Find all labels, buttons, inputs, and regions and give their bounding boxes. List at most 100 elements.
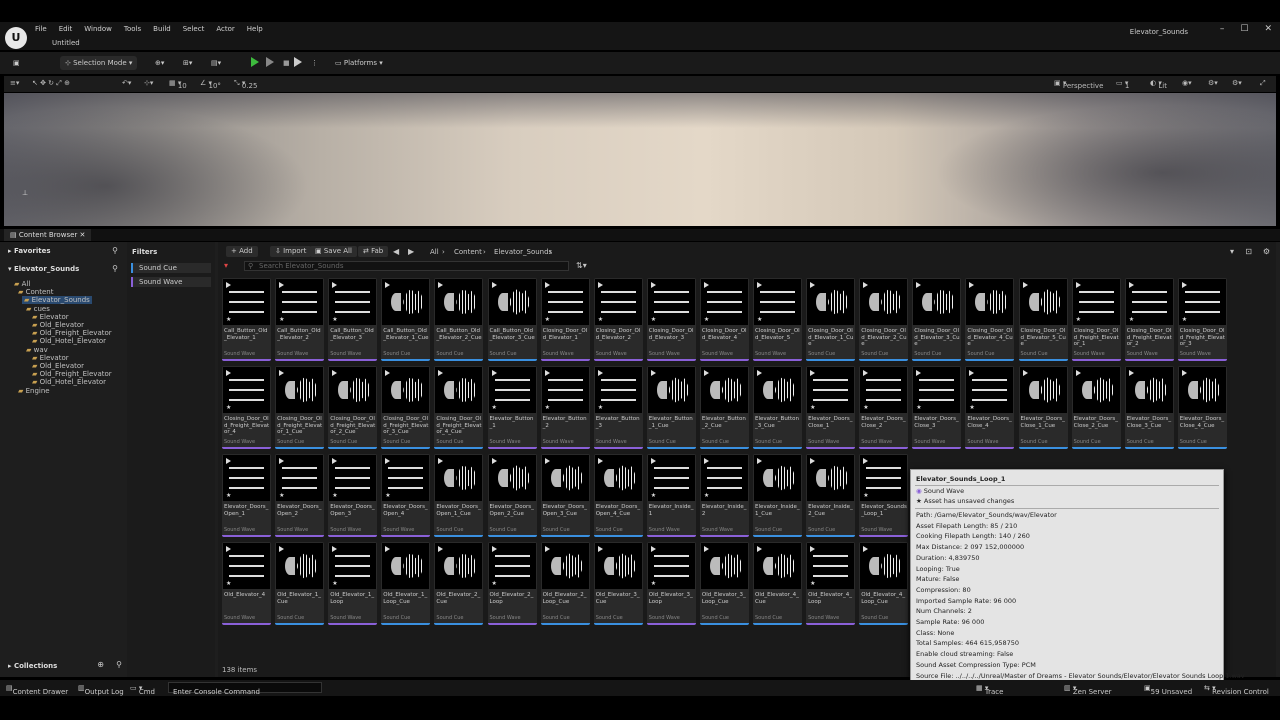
play-icon[interactable] [810, 546, 816, 552]
play-icon[interactable] [226, 458, 231, 464]
play-icon[interactable] [969, 282, 975, 288]
asset-tile[interactable]: ★ Call_Button_Old_Elevator_1 Sound Wave [222, 278, 271, 361]
asset-tile[interactable]: ★ Elevator_Sounds_Loop_1 Sound Wave [859, 454, 909, 537]
asset-tile[interactable]: Old_Elevator_2_Loop_Cue Sound Cue [540, 542, 590, 625]
tree-folder-1[interactable]: ▰ Content [18, 288, 53, 296]
grid-snap-value[interactable]: ▦ 10 ▾ [169, 79, 187, 90]
asset-tile[interactable]: ★ Closing_Door_Old_Freight_Elevator_1 Soun… [1071, 278, 1121, 361]
play-icon[interactable] [810, 370, 816, 376]
play-icon[interactable] [544, 546, 550, 552]
asset-tile[interactable]: ★ Elevator_Inside_2 Sound Wave [699, 454, 749, 537]
unsaved-button[interactable]: ▣ 59 Unsaved [1144, 684, 1192, 696]
tree-folder-12[interactable]: ▰ Old_Hotel_Elevator [32, 378, 106, 386]
play-icon[interactable] [1075, 370, 1081, 376]
asset-tile[interactable]: Old_Elevator_1_Cue Sound Cue [275, 542, 325, 625]
tree-folder-6[interactable]: ▰ Old_Freight_Elevator [32, 329, 112, 337]
asset-tile[interactable]: ★ Elevator_Button_1 Sound Wave [487, 366, 537, 449]
play-icon[interactable] [438, 546, 444, 552]
asset-tile[interactable]: ★ Call_Button_Old_Elevator_3 Sound Wave [328, 278, 378, 361]
history-back-icon[interactable]: ◀ [393, 247, 399, 256]
tree-folder-13[interactable]: ▰ Engine [18, 387, 50, 395]
play-icon[interactable] [597, 370, 603, 376]
level-viewport[interactable]: ⊥ [4, 93, 1276, 226]
play-icon[interactable] [438, 282, 444, 288]
asset-tile[interactable]: ★ Old_Elevator_1_Loop Sound Wave [328, 542, 378, 625]
play-icon[interactable] [810, 282, 816, 288]
asset-tile[interactable]: Elevator_Button_1_Cue Sound Cue [646, 366, 696, 449]
play-icon[interactable] [1128, 282, 1134, 288]
play-icon[interactable] [916, 282, 922, 288]
scale-snap-value[interactable]: ⤡ 0.25 ▾ [234, 79, 257, 90]
asset-tile[interactable]: Closing_Door_Old_Elevator_2_Cue Sound Cue [859, 278, 909, 361]
asset-tile[interactable]: ★ Old_Elevator_2_Loop Sound Wave [487, 542, 537, 625]
asset-tile[interactable]: ★ Closing_Door_Old_Elevator_1 Sound Wave [540, 278, 590, 361]
console-input[interactable]: Enter Console Command [168, 682, 322, 696]
asset-tile[interactable]: Old_Elevator_4_Loop_Cue Sound Cue [859, 542, 909, 625]
tree-folder-0[interactable]: ▰ All [14, 280, 30, 288]
play-icon[interactable] [226, 282, 231, 288]
minimize-icon[interactable]: – [1220, 24, 1225, 34]
asset-tile[interactable]: Old_Elevator_2_Cue Sound Cue [434, 542, 484, 625]
tree-folder-9[interactable]: ▰ Elevator [32, 354, 69, 362]
add-actor-icon[interactable]: ⊕▾ [150, 56, 169, 70]
play-icon[interactable] [1181, 370, 1187, 376]
asset-tile[interactable]: Elevator_Doors_Close_3_Cue Sound Cue [1124, 366, 1174, 449]
asset-tile[interactable]: Elevator_Doors_Close_4_Cue Sound Cue [1177, 366, 1227, 449]
asset-tile[interactable]: Elevator_Inside_1_Cue Sound Cue [753, 454, 802, 537]
asset-tile[interactable]: Old_Elevator_3_Loop_Cue Sound Cue [699, 542, 749, 625]
play-icon[interactable] [1022, 282, 1028, 288]
asset-tile[interactable]: ★ Closing_Door_Old_Elevator_3 Sound Wave [646, 278, 696, 361]
cinematics-icon[interactable]: ▤▾ [206, 56, 226, 70]
play-icon[interactable] [703, 370, 709, 376]
menu-item-build[interactable]: Build [153, 25, 171, 33]
play-icon[interactable] [703, 458, 709, 464]
play-icon[interactable] [1022, 370, 1028, 376]
asset-tile[interactable]: ★ Old_Elevator_3_Loop Sound Wave [646, 542, 696, 625]
play-icon[interactable] [226, 370, 231, 376]
trace-button[interactable]: ▦ Trace ▾ [976, 684, 1003, 696]
play-icon[interactable] [385, 282, 391, 288]
content-drawer-button[interactable]: ▤ Content Drawer [6, 684, 68, 696]
asset-tile[interactable]: Call_Button_Old_Elevator_1_Cue Sound Cue [381, 278, 431, 361]
settings-icon-cb[interactable]: ⚙ [1263, 247, 1270, 256]
play-icon[interactable] [332, 458, 338, 464]
camera-count[interactable]: ▭ 1 ▾ [1116, 79, 1129, 90]
cmd-button[interactable]: ▭ Cmd ▾ [130, 684, 155, 696]
sort-icon[interactable]: ⇅▾ [576, 261, 587, 270]
asset-tile[interactable]: Closing_Door_Old_Freight_Elevator_1_Cue S… [275, 366, 325, 449]
play-icon[interactable] [385, 370, 391, 376]
asset-tile[interactable]: ★ Elevator_Doors_Open_4 Sound Wave [381, 454, 431, 537]
play-icon[interactable] [491, 458, 497, 464]
more-icon[interactable]: ⋮ [306, 56, 323, 70]
play-icon[interactable] [863, 370, 869, 376]
maximize-viewport-icon[interactable]: ⤢ [1260, 79, 1266, 88]
tree-folder-4[interactable]: ▰ Elevator [32, 313, 69, 321]
play-icon[interactable] [332, 370, 338, 376]
play-icon[interactable] [491, 282, 497, 288]
play-icon[interactable] [597, 546, 603, 552]
content-browser-tab[interactable]: ▤ Content Browser ✕ [4, 229, 92, 241]
asset-tile[interactable]: ★ Elevator_Doors_Open_3 Sound Wave [328, 454, 378, 537]
asset-tile[interactable]: ★ Elevator_Doors_Close_2 Sound Wave [859, 366, 909, 449]
play-icon[interactable] [650, 282, 656, 288]
tree-folder-7[interactable]: ▰ Old_Hotel_Elevator [32, 337, 106, 345]
play-icon[interactable] [650, 370, 656, 376]
collections-search-icon[interactable]: ⚲ [116, 660, 122, 669]
level-tab[interactable]: Untitled [52, 39, 80, 47]
filter-icon[interactable]: ▾ [224, 261, 228, 270]
play-icon[interactable] [703, 282, 709, 288]
play-icon[interactable] [279, 370, 285, 376]
menu-item-actor[interactable]: Actor [216, 25, 234, 33]
play-icon[interactable] [332, 282, 338, 288]
transform-tools-icon[interactable]: ↖ ✥ ↻ ⤢ ⊕ [32, 79, 70, 88]
asset-tile[interactable]: ★ Closing_Door_Old_Freight_Elevator_3 Soun… [1177, 278, 1227, 361]
asset-tile[interactable]: ★ Elevator_Doors_Open_1 Sound Wave [222, 454, 271, 537]
output-log-button[interactable]: ▥ Output Log [78, 684, 124, 696]
favorites-header[interactable]: ▸ Favorites [8, 247, 51, 255]
breadcrumb-elevator-sounds[interactable]: Elevator_Sounds [494, 248, 552, 256]
play-button[interactable] [251, 57, 259, 67]
play-icon[interactable] [438, 458, 444, 464]
play-icon[interactable] [385, 458, 391, 464]
project-search-icon[interactable]: ⚲ [112, 264, 118, 273]
asset-search-input[interactable]: ⚲ Search Elevator_Sounds [244, 261, 569, 271]
